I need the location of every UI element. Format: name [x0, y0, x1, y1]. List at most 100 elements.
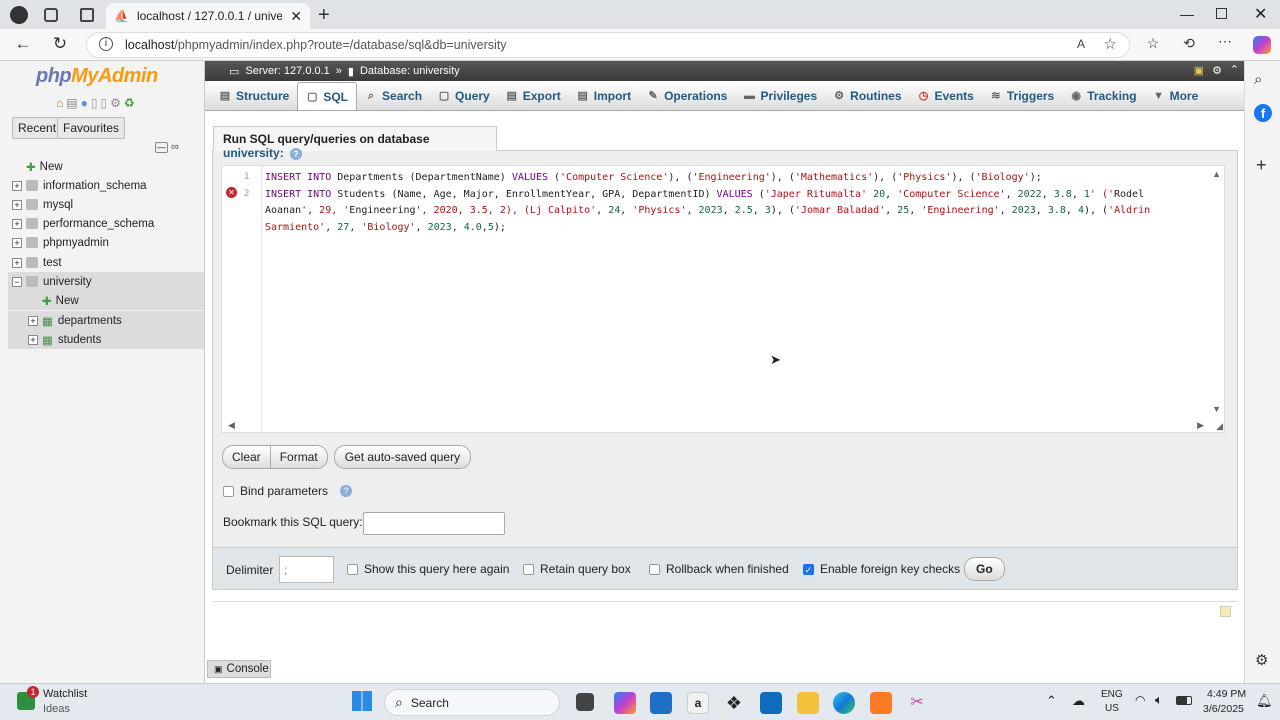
breadcrumb-database[interactable]: Database: university — [360, 65, 460, 77]
store-icon[interactable] — [650, 692, 672, 714]
bind-parameters-checkbox[interactable] — [223, 485, 234, 497]
clock-time[interactable]: 4:49 PM — [1207, 688, 1246, 700]
edge-icon[interactable] — [833, 692, 855, 714]
expand-icon[interactable]: + — [28, 315, 38, 326]
tab-structure[interactable]: ▤ Structure — [211, 82, 297, 110]
history-icon[interactable]: ⟲ — [1178, 35, 1200, 52]
phpmyadmin-logo[interactable]: phpMyAdmin — [36, 65, 158, 88]
resize-handle-icon[interactable]: ◢ — [1216, 421, 1223, 432]
tab-sql[interactable]: ▢ SQL — [297, 82, 358, 110]
tab-query[interactable]: ▢ Query — [430, 82, 498, 110]
sql-code[interactable]: INSERT INTO Departments (DepartmentName)… — [265, 170, 1165, 236]
add-sidebar-icon[interactable]: + — [1256, 155, 1267, 176]
rollback-checkbox[interactable] — [649, 563, 660, 575]
snipping-tool-icon[interactable]: ✂ — [906, 692, 928, 714]
help-icon[interactable]: ? — [340, 485, 353, 497]
watchlist-label[interactable]: Watchlist — [43, 688, 87, 700]
expand-icon[interactable]: + — [12, 257, 22, 268]
scroll-right-icon[interactable]: ▶ — [1197, 420, 1204, 431]
sql-editor[interactable]: 1 ✕ 2 INSERT INTO Departments (Departmen… — [221, 165, 1225, 433]
go-button[interactable]: Go — [964, 557, 1005, 581]
settings-icon[interactable]: ⚙ — [110, 96, 121, 110]
favourites-tab[interactable]: Favourites — [57, 117, 126, 139]
get-auto-saved-query-button[interactable]: Get auto-saved query — [333, 445, 472, 469]
console-toggle[interactable]: ▣ Console — [207, 660, 271, 678]
show-query-checkbox[interactable] — [347, 563, 358, 575]
maximize-icon[interactable] — [1216, 8, 1227, 19]
notes-icon[interactable] — [1220, 606, 1231, 617]
retain-query-checkbox[interactable] — [523, 563, 534, 575]
minimize-icon[interactable]: — — [1180, 6, 1194, 22]
expand-icon[interactable]: + — [12, 218, 22, 229]
tab-privileges[interactable]: ▬ Privileges — [735, 82, 825, 110]
lock-icon[interactable]: ▣ — [1194, 64, 1204, 77]
close-tab-icon[interactable]: ✕ — [290, 8, 302, 25]
copilot-icon[interactable] — [1253, 36, 1271, 54]
sidebar-settings-icon[interactable]: ⚙ — [1255, 651, 1268, 669]
scroll-left-icon[interactable]: ◀ — [228, 420, 235, 431]
outlook-icon[interactable] — [760, 692, 782, 714]
read-aloud-icon[interactable]: A — [1077, 37, 1085, 51]
logout-icon[interactable]: ▤ — [66, 96, 77, 110]
tree-item-departments[interactable]: + ▦ departments — [8, 311, 204, 330]
collapse-icon[interactable]: − — [12, 276, 22, 287]
new-tab-icon[interactable]: + — [318, 4, 330, 27]
tab-tracking[interactable]: ◉ Tracking — [1062, 82, 1144, 110]
tab-search[interactable]: ⌕ Search — [357, 82, 430, 110]
favorites-icon[interactable]: ☆ — [1142, 35, 1164, 52]
tab-operations[interactable]: ✎ Operations — [639, 82, 735, 110]
tree-item-university-new[interactable]: ✚ New — [8, 291, 204, 310]
taskbar-search[interactable]: ⌕ Search — [384, 689, 560, 716]
collapse-icon[interactable]: ⌃ — [1230, 63, 1239, 76]
close-window-icon[interactable]: ✕ — [1254, 4, 1267, 24]
tab-triggers[interactable]: ≋ Triggers — [982, 82, 1062, 110]
tree-item-students[interactable]: + ▦ students — [8, 330, 204, 349]
breadcrumb-server[interactable]: Server: 127.0.0.1 — [245, 65, 329, 77]
tree-item-mysql[interactable]: + mysql — [8, 195, 204, 214]
browser-tab[interactable]: ⛵ localhost / 127.0.0.1 / university | ✕ — [106, 3, 310, 29]
windows-start-icon[interactable] — [352, 691, 372, 711]
amazon-icon[interactable]: a — [687, 692, 709, 714]
language-en[interactable]: ENG — [1101, 689, 1123, 700]
onedrive-icon[interactable]: ☁ — [1072, 693, 1085, 709]
notifications-icon[interactable]: 🔔︎ — [1256, 693, 1273, 709]
facebook-icon[interactable]: f — [1254, 104, 1272, 122]
more-icon[interactable]: ⋯ — [1214, 33, 1236, 50]
workspaces-icon[interactable] — [44, 8, 58, 22]
tab-export[interactable]: ▤ Export — [498, 82, 569, 110]
copy-icon[interactable]: ▯ — [100, 96, 107, 110]
scroll-up-icon[interactable]: ▲ — [1212, 169, 1221, 179]
tab-import[interactable]: ▤ Import — [569, 82, 639, 110]
expand-icon[interactable]: + — [12, 199, 22, 210]
tab-events[interactable]: ◷ Events — [910, 82, 982, 110]
tree-item-new[interactable]: ✚ New — [8, 157, 204, 176]
tab-routines[interactable]: ⚙ Routines — [825, 82, 909, 110]
help-icon[interactable]: ● — [81, 96, 88, 110]
home-icon[interactable]: ⌂ — [56, 96, 63, 110]
expand-icon[interactable]: + — [12, 237, 22, 248]
profile-icon[interactable] — [10, 6, 28, 24]
foreign-key-checkbox[interactable]: ✓ — [803, 563, 814, 575]
xampp-icon[interactable] — [870, 692, 892, 714]
info-icon[interactable]: i — [99, 37, 113, 51]
scroll-down-icon[interactable]: ▼ — [1212, 404, 1221, 414]
favorite-star-icon[interactable]: ☆ — [1104, 35, 1117, 53]
docs-icon[interactable]: ▯ — [91, 96, 98, 110]
tree-item-information-schema[interactable]: + information_schema — [8, 176, 204, 195]
tree-item-test[interactable]: + test — [8, 253, 204, 272]
wifi-icon[interactable]: ◠ — [1135, 693, 1145, 707]
tab-more[interactable]: ▼ More — [1145, 82, 1207, 110]
error-marker-icon[interactable]: ✕ — [226, 187, 237, 198]
tab-actions-icon[interactable] — [80, 8, 94, 22]
back-icon[interactable]: ← — [12, 34, 34, 54]
url-field[interactable]: i localhost/phpmyadmin/index.php?route=/… — [86, 32, 1130, 58]
search-sidebar-icon[interactable]: ⌕ — [1254, 71, 1262, 88]
format-button[interactable]: Format — [270, 445, 328, 469]
tree-item-performance-schema[interactable]: + performance_schema — [8, 214, 204, 233]
refresh-icon[interactable]: ↻ — [49, 34, 71, 54]
tree-item-university[interactable]: − university — [8, 272, 204, 291]
reload-icon[interactable]: ♻ — [124, 96, 135, 110]
battery-icon[interactable] — [1176, 696, 1192, 705]
clear-button[interactable]: Clear — [222, 445, 271, 469]
file-explorer-icon[interactable] — [797, 692, 819, 714]
